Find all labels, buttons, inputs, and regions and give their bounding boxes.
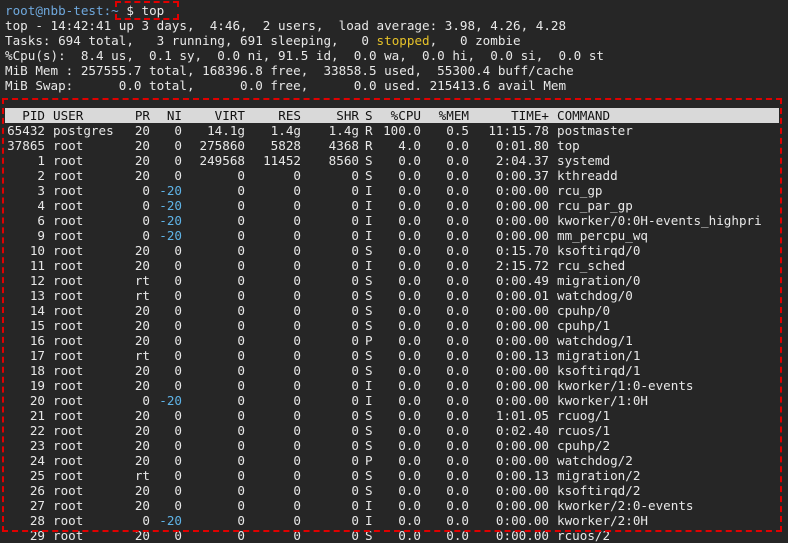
uptime-line: top - 14:42:41 up 3 days, 4:46, 2 users,… — [5, 18, 567, 33]
mem-line: MiB Mem : 257555.7 total, 168396.8 free,… — [5, 63, 574, 78]
prompt-host: root@nbb-test:~ — [5, 3, 119, 18]
command-highlight-box — [115, 1, 179, 20]
tasks-text: Tasks: 694 total, 3 running, 691 sleepin… — [5, 33, 377, 48]
swap-line: MiB Swap: 0.0 total, 0.0 free, 0.0 used.… — [5, 78, 567, 93]
tasks-zombie: , 0 zombie — [429, 33, 521, 48]
cpu-line: %Cpu(s): 8.4 us, 0.1 sy, 0.0 ni, 91.5 id… — [5, 48, 604, 63]
process-list-highlight-box — [2, 98, 782, 532]
tasks-line: Tasks: 694 total, 3 running, 691 sleepin… — [5, 33, 521, 48]
stopped-label: stopped — [376, 33, 430, 48]
